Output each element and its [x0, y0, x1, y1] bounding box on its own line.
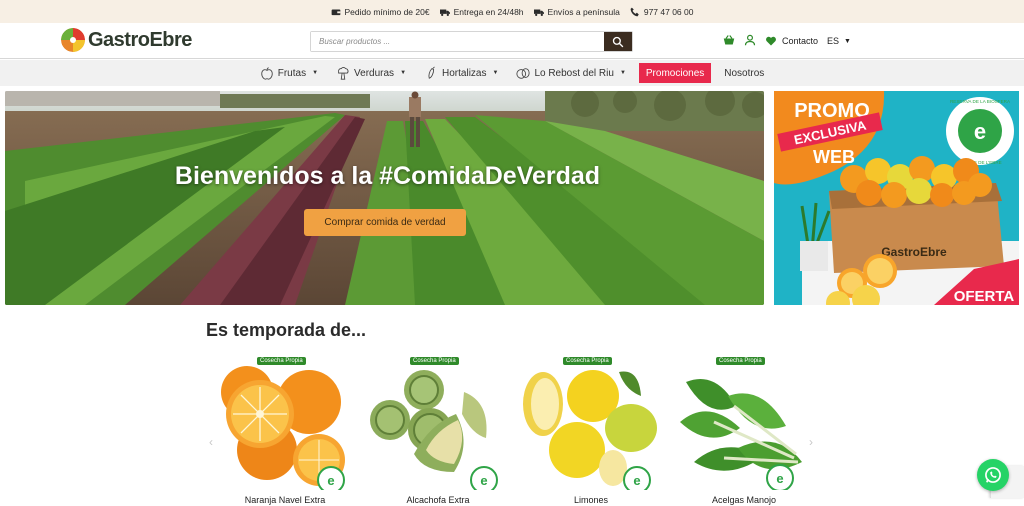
nav-label-rebost: Lo Rebost del Riu — [534, 67, 614, 79]
min-order-label: Pedido mínimo de 20€ — [344, 6, 430, 17]
hero-field-image — [5, 91, 764, 305]
main-nav: Frutas ▼ Verduras ▼ Hortalizas ▼ Lo Rebo… — [0, 60, 1024, 86]
header-actions: Contacto ES ▼ — [723, 34, 851, 48]
language-label: ES — [827, 36, 840, 46]
phone-number[interactable]: 977 47 06 00 — [644, 7, 694, 17]
svg-text:e: e — [776, 471, 783, 486]
delivery-time-label: Entrega en 24/48h — [453, 6, 524, 17]
chevron-down-icon: ▼ — [619, 70, 626, 76]
season-title: Es temporada de... — [206, 320, 367, 340]
contact-label: Contacto — [782, 36, 819, 46]
badge-cosecha-propia: Cosecha Propia — [257, 357, 306, 365]
search-icon — [612, 36, 624, 47]
oferta-text: OFERTA — [954, 288, 1015, 305]
season-products: e Cosecha Propia Naranja Navel Extra e C… — [215, 354, 815, 506]
logo-text: GastroEbre — [88, 28, 192, 51]
nav-label-frutas: Frutas — [277, 67, 307, 79]
product-name[interactable]: Limones — [521, 495, 661, 505]
artichoke-image: e — [370, 370, 498, 490]
shipping-label: Envíos a península — [547, 6, 620, 17]
search-button[interactable] — [604, 32, 632, 51]
nav-item-nosotros[interactable]: Nosotros — [715, 63, 773, 83]
search-input[interactable] — [311, 32, 604, 51]
promo-banner[interactable]: PROMO EXCLUSIVA WEB e RESERVA DE LA BIOS… — [774, 91, 1019, 305]
chevron-down-icon: ▼ — [492, 70, 499, 76]
product-card[interactable]: e Cosecha Propia Alcachofa Extra — [368, 354, 508, 506]
truck-icon — [439, 9, 450, 16]
box-brand-text: GastroEbre — [881, 245, 947, 259]
chard-image: e — [680, 379, 802, 490]
svg-text:e: e — [327, 473, 334, 488]
contact-link[interactable]: Contacto — [765, 35, 818, 47]
delivery-truck-icon — [533, 9, 544, 16]
nav-item-rebost[interactable]: Lo Rebost del Riu ▼ — [507, 63, 634, 83]
carousel-prev-icon[interactable]: ‹ — [209, 435, 213, 449]
product-card[interactable]: e Cosecha Propia Acelgas Manojo — [674, 354, 814, 506]
svg-text:e: e — [633, 473, 640, 488]
badge-cosecha-propia: Cosecha Propia — [716, 357, 765, 365]
account-button[interactable] — [744, 34, 756, 48]
user-icon — [744, 34, 756, 46]
shipping-info: Envíos a península — [533, 6, 620, 17]
nav-item-promociones[interactable]: Promociones — [638, 63, 712, 83]
shop-now-button[interactable]: Comprar comida de verdad — [304, 209, 466, 236]
phone-info[interactable]: 977 47 06 00 — [630, 7, 694, 17]
search-bar — [310, 31, 633, 52]
hero-banner: Bienvenidos a la #ComidaDeVerdad Comprar… — [5, 91, 764, 305]
nav-label-hortalizas: Hortalizas — [442, 67, 487, 79]
cart-button[interactable] — [723, 34, 735, 48]
badge-cosecha-propia: Cosecha Propia — [563, 357, 612, 365]
site-logo[interactable]: GastroEbre — [61, 28, 192, 52]
product-card[interactable]: e Cosecha Propia Naranja Navel Extra — [215, 354, 355, 506]
orange-image: e — [221, 366, 345, 490]
jar-icon — [516, 68, 530, 79]
product-name[interactable]: Acelgas Manojo — [674, 495, 814, 505]
min-order-info: Pedido mínimo de 20€ — [331, 7, 430, 17]
apple-icon — [261, 67, 273, 80]
language-selector[interactable]: ES ▼ — [827, 36, 851, 46]
whatsapp-icon — [985, 467, 1001, 483]
phone-icon — [630, 7, 639, 16]
product-name[interactable]: Naranja Navel Extra — [215, 495, 355, 505]
hero-title: Bienvenidos a la #ComidaDeVerdad — [174, 162, 601, 190]
delivery-time-info: Entrega en 24/48h — [439, 6, 524, 17]
nav-label-verduras: Verduras — [354, 67, 395, 79]
promo-banner-image: PROMO EXCLUSIVA WEB e RESERVA DE LA BIOS… — [774, 91, 1019, 305]
info-bar: Pedido mínimo de 20€ Entrega en 24/48h E… — [0, 0, 1024, 23]
heart-icon — [766, 36, 776, 46]
broccoli-icon — [338, 67, 349, 80]
chevron-down-icon: ▼ — [312, 70, 319, 76]
promo-line-3: WEB — [813, 147, 855, 167]
seal-top-text: RESERVA DE LA BIOSFERA — [950, 99, 1011, 104]
product-card[interactable]: e Cosecha Propia Limones — [521, 354, 661, 506]
svg-text:e: e — [480, 473, 487, 488]
site-header: GastroEbre Contacto ES ▼ — [0, 23, 1024, 59]
nav-item-hortalizas[interactable]: Hortalizas ▼ — [415, 63, 507, 83]
wallet-icon — [331, 9, 340, 15]
whatsapp-button[interactable] — [977, 459, 1009, 491]
lemon-image: e — [523, 370, 657, 490]
chevron-down-icon: ▼ — [400, 70, 407, 76]
product-name[interactable]: Alcachofa Extra — [368, 495, 508, 505]
svg-text:e: e — [974, 119, 986, 144]
basket-icon — [723, 35, 735, 45]
chevron-down-icon: ▼ — [844, 37, 851, 45]
nav-item-frutas[interactable]: Frutas ▼ — [251, 63, 327, 83]
badge-cosecha-propia: Cosecha Propia — [410, 357, 459, 365]
logo-fruit-icon — [61, 28, 85, 52]
carrot-icon — [428, 66, 435, 79]
nav-item-verduras[interactable]: Verduras ▼ — [327, 63, 415, 83]
